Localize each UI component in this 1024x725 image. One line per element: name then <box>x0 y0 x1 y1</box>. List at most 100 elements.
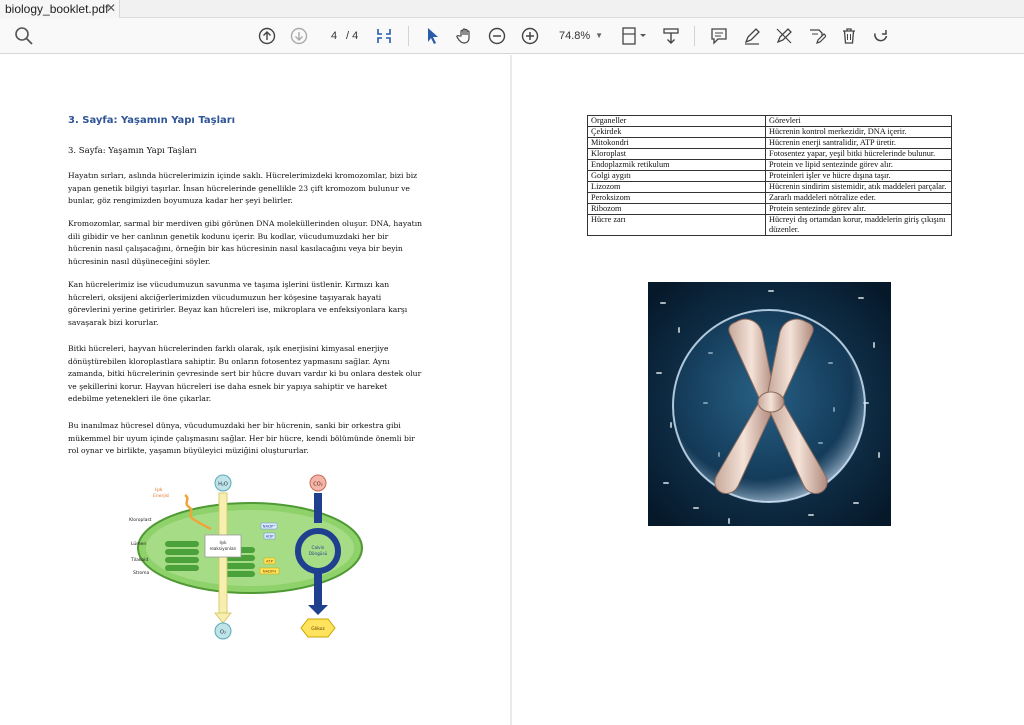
table-cell: Kloroplast <box>587 148 766 160</box>
table-row: Mitokondri Hücrenin enerji santralidir, A… <box>587 137 952 149</box>
zoom-select[interactable]: 74.8% ▼ <box>553 26 607 46</box>
text-line: görevlerini yerine getirirler. Beyaz kan… <box>68 305 408 314</box>
table-cell: Lizozom <box>587 181 766 193</box>
table-row: Golgi aygıtı Proteinleri işler ve hücre d… <box>587 170 952 182</box>
paragraph: Bitki hücreleri, hayvan hücrelerinden fa… <box>68 343 438 406</box>
table-row: Endoplazmik retikulum Protein ve lipid se… <box>587 159 952 171</box>
table-row: Hücre zarı Hücreyi dış ortamdan korur, ma… <box>587 214 952 236</box>
zoom-value: 74.8% <box>559 30 591 42</box>
paragraph: Kan hücrelerimiz ise vücudumuzun savunma… <box>68 279 438 329</box>
tab-title: biology_booklet.pdf <box>5 2 109 16</box>
light-reactions-label-1: Işık <box>219 540 227 545</box>
page-heading: 3. Sayfa: Yaşamın Yapı Taşları <box>68 115 236 126</box>
table-header-cell: Görevleri <box>765 115 952 127</box>
pdf-page-right: Organeller Görevleri Çekirdek Hücrenin kont… <box>512 55 1024 725</box>
close-tab-icon[interactable]: ✕ <box>106 1 116 15</box>
photosynthesis-diagram: H₂O O₂ Işık reaksiyonları Işık Enerjisi … <box>129 474 363 640</box>
text-line: dili gibidir ve her canlının genetik kod… <box>68 231 389 241</box>
table-cell: Hücreyi dış ortamdan korur, maddelerin g… <box>765 214 952 236</box>
text-line: Bu inanılmaz hücresel dünya, vücudumuzda… <box>68 421 401 430</box>
table-cell: Hücrenin enerji santralidir, ATP üretir. <box>765 137 952 149</box>
adp-label: ADP <box>266 534 275 539</box>
table-cell: Protein sentezinde görev alır. <box>765 203 952 215</box>
text-line: bunlar, göz rengimizden boyumuza kadar h… <box>68 196 293 205</box>
calvin-label-1: Calvin <box>312 545 325 550</box>
table-row: Lizozom Hücrenin sindirim sistemidir, atı… <box>587 181 952 193</box>
page-subheading: 3. Sayfa: Yaşamın Yapı Taşları <box>68 146 197 156</box>
rotate-icon[interactable] <box>870 23 892 49</box>
text-line: ve şekillerini korur. Hayvan hücreleri i… <box>68 381 388 391</box>
table-row: Çekirdek Hücrenin kontrol merkezidir, DNA… <box>587 126 952 138</box>
calvin-label-2: Döngüsü <box>309 551 328 556</box>
toolbar-divider <box>408 26 409 46</box>
text-line: hücrenin nasıl çalışacağını, örneğin bir… <box>68 244 403 253</box>
light-reactions-label-2: reaksiyonları <box>210 546 237 551</box>
glucose-label: Glikoz <box>311 626 325 632</box>
text-line: rol oynar ve birlikte, yaşamın büyüleyic… <box>68 446 309 455</box>
paragraph: Bu inanılmaz hücresel dünya, vücudumuzda… <box>68 420 438 458</box>
lumen-label: Lümen <box>131 541 146 547</box>
paragraph: Kromozomlar, sarmal bir merdiven gibi gö… <box>68 218 438 268</box>
table-header-cell: Organeller <box>587 115 766 127</box>
chevron-down-icon: ▼ <box>595 31 603 40</box>
page-number-input[interactable]: 4 <box>326 27 342 45</box>
table-cell: Çekirdek <box>587 126 766 138</box>
document-tab[interactable]: biology_booklet.pdf ✕ <box>0 0 120 18</box>
stroma-label: Stroma <box>133 570 150 576</box>
comment-icon[interactable] <box>708 23 730 49</box>
page-view-icon[interactable] <box>619 23 649 49</box>
delete-trash-icon[interactable] <box>838 23 860 49</box>
text-line: Kromozomlar, sarmal bir merdiven gibi gö… <box>68 219 423 228</box>
text-line: hücreleri, oksijeni akciğerlerimizden vü… <box>68 292 382 302</box>
atp-label: ATP <box>266 559 274 564</box>
text-line: mükemmel bir uyum içinde çalışmasını sağ… <box>68 433 415 443</box>
erase-annotation-icon[interactable] <box>773 23 795 49</box>
nadp-label: NADP⁺ <box>263 524 276 529</box>
pdf-toolbar: 4 / 4 74.8% ▼ <box>0 18 1024 54</box>
text-line: Hayatın sırları, aslında hücrelerimizin … <box>68 171 418 180</box>
light-energy-label-2: Enerjisi <box>153 493 169 499</box>
nadph-label: NADPH <box>263 569 277 574</box>
previous-page-button[interactable] <box>256 23 278 49</box>
search-icon[interactable] <box>12 23 36 49</box>
table-cell: Hücre zarı <box>587 214 766 236</box>
table-cell: Mitokondri <box>587 137 766 149</box>
document-viewer[interactable]: 3. Sayfa: Yaşamın Yapı Taşları 3. Sayfa:… <box>0 55 1024 725</box>
zoom-in-button[interactable] <box>519 23 541 49</box>
text-line: Bitki hücreleri, hayvan hücrelerinden fa… <box>68 344 389 353</box>
next-page-button[interactable] <box>288 23 310 49</box>
text-line: yapan genetik bilgiyi taşırlar. İnsan hü… <box>68 183 410 193</box>
chromosome-image <box>648 282 891 526</box>
table-row: Kloroplast Fotosentez yapar, yeşil bitki … <box>587 148 952 160</box>
o2-label: O₂ <box>220 630 226 636</box>
fit-page-icon[interactable] <box>373 23 395 49</box>
text-line: zamanda, bitki hücrelerinin çevresinde s… <box>68 369 422 378</box>
edit-text-icon[interactable] <box>806 23 828 49</box>
table-cell: Zararlı maddeleri nötralize eder. <box>765 192 952 204</box>
chloroplast-label: Kloroplast <box>129 517 152 523</box>
paragraph: Hayatın sırları, aslında hücrelerimizin … <box>68 170 438 208</box>
table-cell: Proteinleri işler ve hücre dışına taşır. <box>765 170 952 182</box>
table-cell: Fotosentez yapar, yeşil bitki hücrelerin… <box>765 148 952 160</box>
select-cursor-icon[interactable] <box>423 23 443 49</box>
text-line: Kan hücrelerimiz ise vücudumuzun savunma… <box>68 280 390 289</box>
pdf-page-left: 3. Sayfa: Yaşamın Yapı Taşları 3. Sayfa:… <box>0 55 510 725</box>
table-row: Peroksizom Zararlı maddeleri nötralize ed… <box>587 192 952 204</box>
table-cell: Hücrenin sindirim sistemidir, atık madde… <box>765 181 952 193</box>
save-download-icon[interactable] <box>660 23 682 49</box>
table-cell: Endoplazmik retikulum <box>587 159 766 171</box>
draw-pen-icon[interactable] <box>741 23 763 49</box>
thylakoid-label: Tilakoid <box>130 557 148 563</box>
zoom-out-button[interactable] <box>486 23 508 49</box>
table-cell: Ribozom <box>587 203 766 215</box>
page-total-label: / 4 <box>346 30 359 42</box>
table-cell: Golgi aygıtı <box>587 170 766 182</box>
text-line: hücresinin nasıl düşüneceğini söyler. <box>68 256 211 266</box>
o2-arrow <box>214 612 232 624</box>
organelle-table: Organeller Görevleri Çekirdek Hücrenin kont… <box>587 115 952 236</box>
table-cell: Protein ve lipid sentezinde görev alır. <box>765 159 952 171</box>
table-cell: Peroksizom <box>587 192 766 204</box>
tab-bar: biology_booklet.pdf ✕ <box>0 0 1024 18</box>
toolbar-divider <box>694 26 695 46</box>
hand-tool-icon[interactable] <box>454 23 476 49</box>
